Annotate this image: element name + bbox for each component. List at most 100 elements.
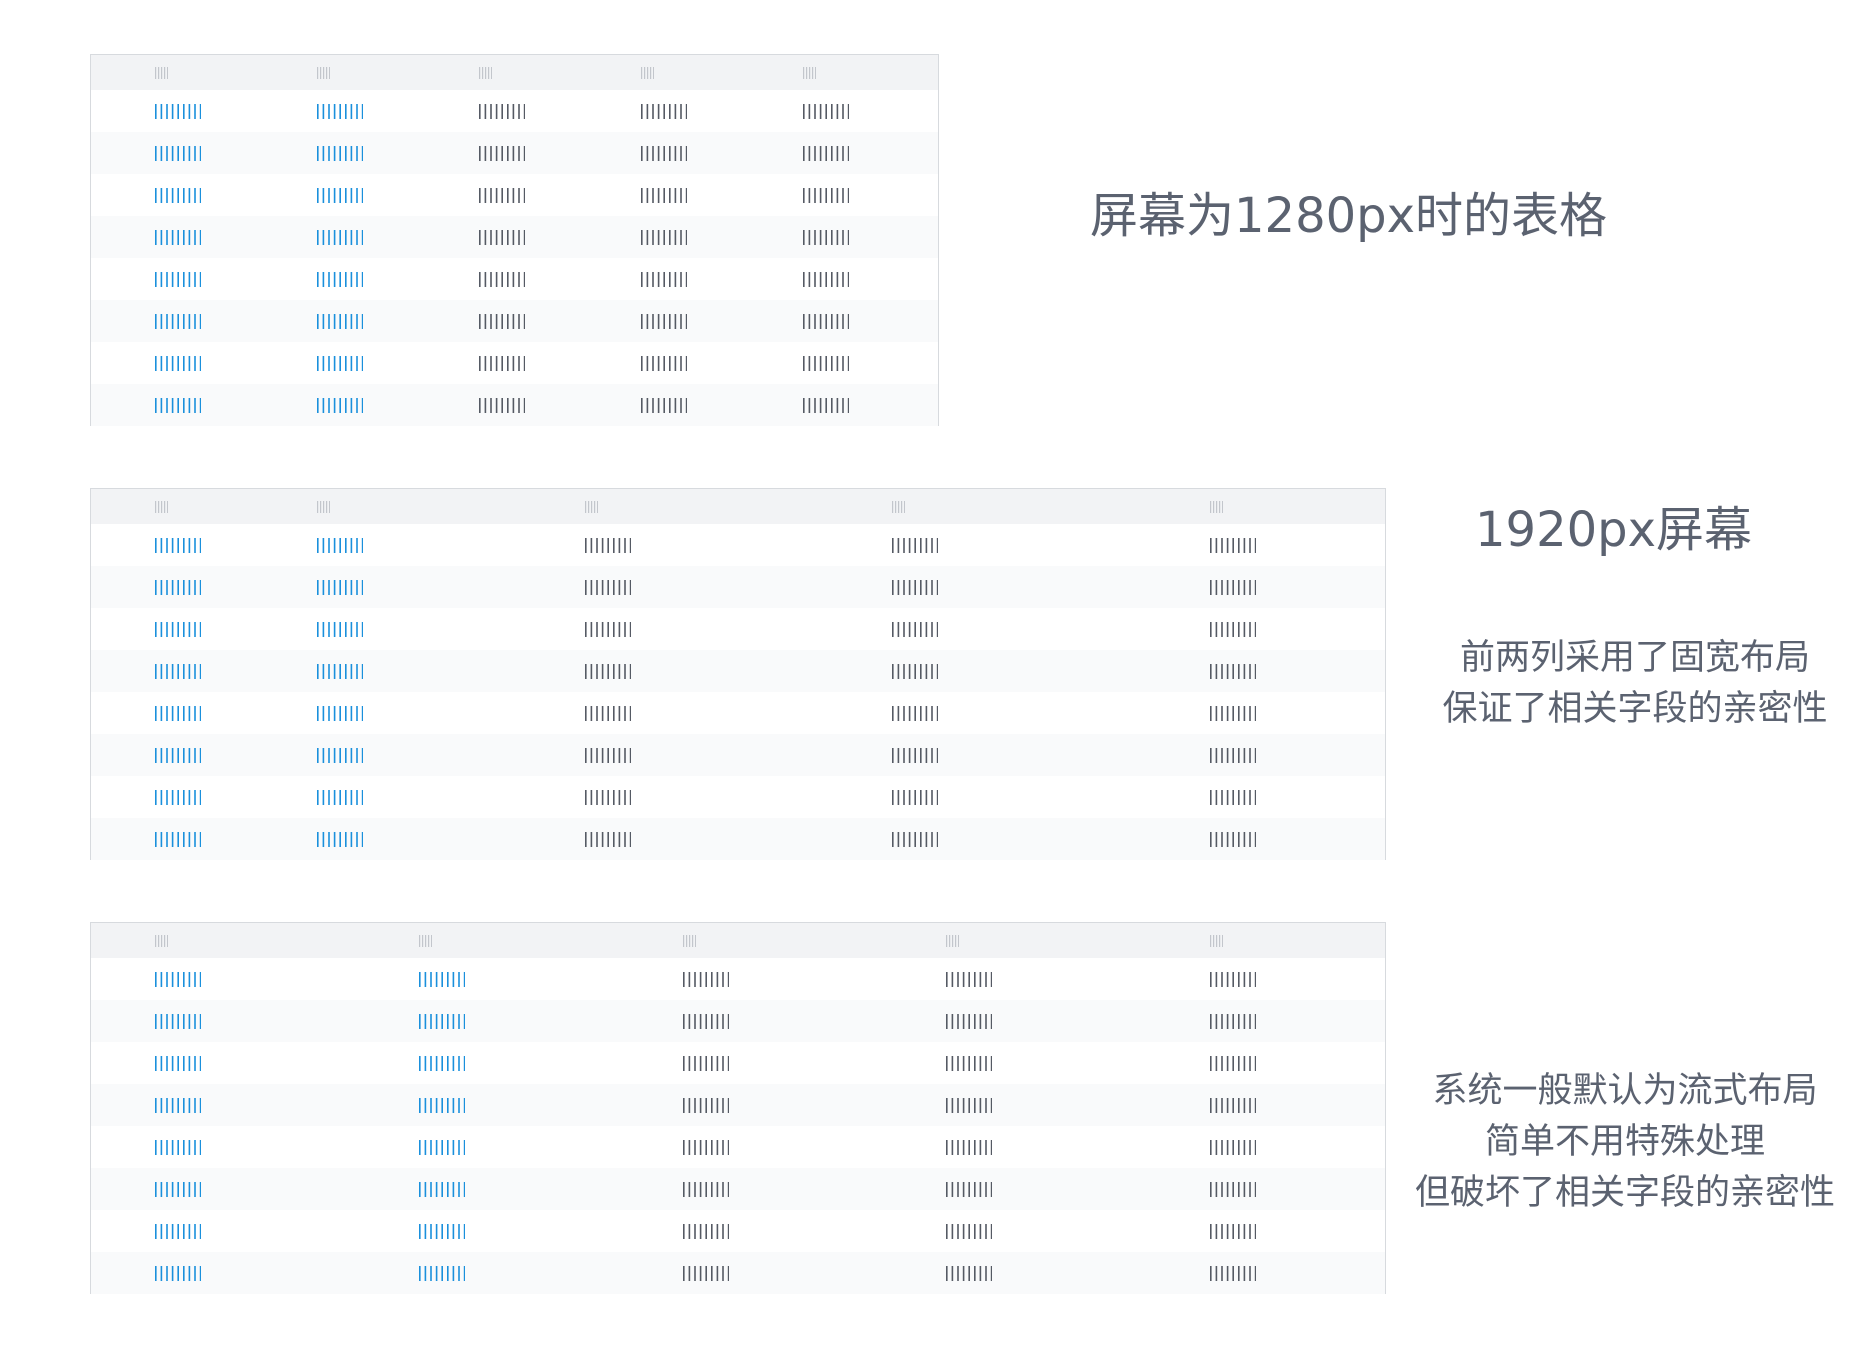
- text-cell: [683, 1168, 730, 1210]
- header-cell-4[interactable]: [892, 489, 906, 524]
- note-fluid-line-2: 简单不用特殊处理: [1484, 1122, 1765, 1162]
- header-cell-2[interactable]: [419, 923, 433, 958]
- text-cell: [1210, 650, 1257, 692]
- link-cell[interactable]: [155, 1168, 202, 1210]
- link-cell[interactable]: [155, 1042, 202, 1084]
- text-cell: [479, 342, 526, 384]
- header-cell-5[interactable]: [803, 55, 817, 90]
- text-cell: [641, 174, 688, 216]
- link-cell[interactable]: [317, 258, 364, 300]
- link-cell[interactable]: [155, 216, 202, 258]
- link-cell[interactable]: [317, 734, 364, 776]
- link-cell[interactable]: [419, 1000, 466, 1042]
- link-cell[interactable]: [317, 608, 364, 650]
- table-row: [91, 1252, 1385, 1294]
- text-cell: [479, 174, 526, 216]
- link-cell[interactable]: [155, 1252, 202, 1294]
- link-cell[interactable]: [155, 734, 202, 776]
- link-cell[interactable]: [155, 776, 202, 818]
- link-cell[interactable]: [317, 818, 364, 860]
- text-cell: [641, 258, 688, 300]
- header-cell-4[interactable]: [946, 923, 960, 958]
- link-cell[interactable]: [419, 1126, 466, 1168]
- text-cell: [479, 216, 526, 258]
- table-row: [91, 1084, 1385, 1126]
- text-cell: [479, 258, 526, 300]
- link-cell[interactable]: [317, 216, 364, 258]
- link-cell[interactable]: [155, 692, 202, 734]
- table-row: [91, 132, 938, 174]
- link-cell[interactable]: [317, 650, 364, 692]
- header-cell-3[interactable]: [585, 489, 599, 524]
- text-cell: [946, 1168, 993, 1210]
- link-cell[interactable]: [317, 90, 364, 132]
- link-cell[interactable]: [419, 1042, 466, 1084]
- link-cell[interactable]: [419, 1252, 466, 1294]
- link-cell[interactable]: [419, 958, 466, 1000]
- text-cell: [892, 566, 939, 608]
- link-cell[interactable]: [155, 300, 202, 342]
- table-row: [91, 958, 1385, 1000]
- header-cell-1[interactable]: [155, 55, 169, 90]
- text-cell: [892, 608, 939, 650]
- link-cell[interactable]: [155, 524, 202, 566]
- link-cell[interactable]: [155, 566, 202, 608]
- link-cell[interactable]: [155, 1126, 202, 1168]
- link-cell[interactable]: [155, 132, 202, 174]
- table-row: [91, 258, 938, 300]
- header-cell-5[interactable]: [1210, 489, 1224, 524]
- link-cell[interactable]: [419, 1168, 466, 1210]
- header-cell-3[interactable]: [683, 923, 697, 958]
- text-cell: [479, 90, 526, 132]
- link-cell[interactable]: [155, 608, 202, 650]
- header-cell-5[interactable]: [1210, 923, 1224, 958]
- table-row: [91, 1042, 1385, 1084]
- link-cell[interactable]: [155, 818, 202, 860]
- link-cell[interactable]: [155, 958, 202, 1000]
- link-cell[interactable]: [155, 258, 202, 300]
- text-cell: [585, 734, 632, 776]
- text-cell: [946, 1252, 993, 1294]
- text-cell: [683, 1252, 730, 1294]
- header-cell-1[interactable]: [155, 923, 169, 958]
- header-cell-3[interactable]: [479, 55, 493, 90]
- text-cell: [479, 132, 526, 174]
- header-cell-4[interactable]: [641, 55, 655, 90]
- link-cell[interactable]: [317, 174, 364, 216]
- link-cell[interactable]: [155, 1000, 202, 1042]
- link-cell[interactable]: [317, 132, 364, 174]
- header-cell-2[interactable]: [317, 489, 331, 524]
- link-cell[interactable]: [155, 342, 202, 384]
- text-cell: [1210, 776, 1257, 818]
- link-cell[interactable]: [155, 384, 202, 426]
- link-cell[interactable]: [317, 566, 364, 608]
- text-cell: [641, 132, 688, 174]
- table-row: [91, 566, 1385, 608]
- text-cell: [641, 384, 688, 426]
- text-cell: [1210, 608, 1257, 650]
- link-cell[interactable]: [317, 300, 364, 342]
- link-cell[interactable]: [317, 342, 364, 384]
- header-cell-2[interactable]: [317, 55, 331, 90]
- link-cell[interactable]: [155, 650, 202, 692]
- link-cell[interactable]: [155, 90, 202, 132]
- link-cell[interactable]: [317, 776, 364, 818]
- link-cell[interactable]: [155, 1210, 202, 1252]
- header-cell-1[interactable]: [155, 489, 169, 524]
- link-cell[interactable]: [317, 384, 364, 426]
- link-cell[interactable]: [155, 1084, 202, 1126]
- text-cell: [803, 174, 850, 216]
- text-cell: [683, 1210, 730, 1252]
- link-cell[interactable]: [155, 174, 202, 216]
- text-cell: [585, 524, 632, 566]
- text-cell: [479, 300, 526, 342]
- link-cell[interactable]: [317, 692, 364, 734]
- text-cell: [683, 1126, 730, 1168]
- link-cell[interactable]: [317, 524, 364, 566]
- link-cell[interactable]: [419, 1210, 466, 1252]
- text-cell: [803, 342, 850, 384]
- text-cell: [1210, 1000, 1257, 1042]
- text-cell: [1210, 692, 1257, 734]
- link-cell[interactable]: [419, 1084, 466, 1126]
- text-cell: [1210, 524, 1257, 566]
